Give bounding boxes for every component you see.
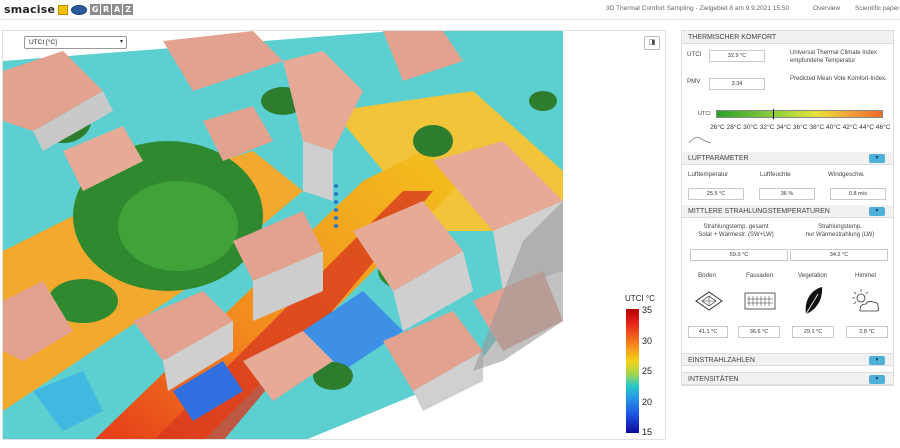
ground-value: 41.1 °C bbox=[688, 326, 728, 338]
radiation-section: Strahlungstemp. gesamt Solar + Wärmestr.… bbox=[682, 218, 893, 353]
pmv-label: PMV bbox=[687, 78, 701, 85]
wind-speed-value: 0.8 m/s bbox=[830, 188, 886, 200]
top-bar: smacise G R A Z 3D Thermal Comfort Sampl… bbox=[0, 0, 900, 20]
humidity-label: Luftfeuchte bbox=[760, 171, 791, 178]
section-header-thermal: THERMISCHER KOMFORT bbox=[682, 31, 893, 44]
graz-logo: G R A Z bbox=[90, 4, 134, 15]
layers-toggle-button[interactable]: ◨ bbox=[644, 36, 660, 50]
chevron-down-icon: ▾ bbox=[119, 39, 123, 45]
source-label-ground: Boden bbox=[698, 272, 716, 279]
legend-color-bar bbox=[626, 309, 639, 433]
utci-description: Universal Thermal Climate Index empfunde… bbox=[790, 50, 877, 64]
utci-scale-ticks: 26°C 28°C 30°C 32°C 34°C 36°C 38°C 40°C … bbox=[710, 124, 891, 131]
air-temperature-label: Lufttemperatur bbox=[688, 171, 729, 178]
pmv-value: 3.34 bbox=[709, 78, 765, 90]
section-header-view-factors[interactable]: EINSTRAHLZAHLEN ▼ bbox=[682, 353, 893, 366]
chevron-down-icon[interactable]: ▼ bbox=[869, 356, 885, 365]
partner-logo-blue bbox=[71, 4, 88, 15]
air-temperature-value: 25.5 °C bbox=[688, 188, 744, 200]
humidity-value: 36 % bbox=[759, 188, 815, 200]
section-header-radiation[interactable]: MITTLERE STRAHLUNGSTEMPERATUREN ▼ bbox=[682, 205, 893, 218]
vegetation-value: 29.1 °C bbox=[792, 326, 834, 338]
longwave-radiation-value: 34.2 °C bbox=[790, 249, 888, 261]
air-section: Lufttemperatur Luftfeuchte Windgeschw. 2… bbox=[682, 165, 893, 205]
chevron-down-icon[interactable]: ▼ bbox=[869, 207, 885, 216]
legend-tick: 30 bbox=[642, 336, 653, 346]
distribution-curve-icon bbox=[688, 136, 712, 144]
sun-cloud-icon bbox=[852, 289, 880, 312]
section-header-view-factors-label: EINSTRAHLZAHLEN bbox=[688, 357, 755, 364]
section-header-radiation-label: MITTLERE STRAHLUNGSTEMPERATUREN bbox=[688, 208, 830, 215]
partner-logo-yellow bbox=[58, 4, 69, 15]
source-label-sky: Himmel bbox=[855, 272, 876, 279]
utci-scale-marker bbox=[772, 109, 774, 119]
brand-logo[interactable]: smacise G R A Z bbox=[4, 3, 134, 16]
legend-tick: 20 bbox=[642, 397, 653, 407]
utci-scale-bar bbox=[716, 110, 883, 118]
section-header-air-label: LUFTPARAMETER bbox=[688, 155, 749, 162]
source-label-vegetation: Vegetation bbox=[798, 272, 828, 279]
layer-select-value: UTCI [°C] bbox=[29, 39, 57, 46]
section-header-intensities[interactable]: INTENSITÄTEN ▼ bbox=[682, 372, 893, 385]
leaf-icon bbox=[805, 287, 823, 315]
section-header-intensities-label: INTENSITÄTEN bbox=[688, 376, 739, 383]
legend-tick: 15 bbox=[642, 427, 653, 437]
info-panel: THERMISCHER KOMFORT UTCI 32.9 °C Univers… bbox=[681, 30, 894, 386]
nav-link-scientific-paper[interactable]: Scientific paper bbox=[855, 5, 899, 12]
section-header-air[interactable]: LUFTPARAMETER ▼ bbox=[682, 152, 893, 165]
pmv-description: Predicted Mean Vote Komfort-Index. bbox=[790, 76, 887, 82]
layer-select[interactable]: UTCI [°C] ▾ bbox=[24, 36, 127, 49]
chevron-down-icon[interactable]: ▼ bbox=[869, 154, 885, 163]
source-label-facades: Fassaden bbox=[746, 272, 774, 279]
utci-scale-label: UTCI bbox=[698, 111, 711, 117]
legend-tick: 35 bbox=[642, 305, 653, 315]
legend-tick: 25 bbox=[642, 366, 653, 376]
map-canvas bbox=[3, 31, 665, 439]
thermal-section: UTCI 32.9 °C Universal Thermal Climate I… bbox=[682, 44, 893, 152]
chevron-down-icon[interactable]: ▼ bbox=[869, 375, 885, 384]
longwave-radiation-label: Strahlungstemp. nur Wärmestrahlung (LW) bbox=[805, 224, 875, 238]
nav-link-overview[interactable]: Overview bbox=[813, 5, 840, 12]
map-view[interactable] bbox=[2, 30, 666, 440]
facade-icon bbox=[744, 292, 776, 310]
brand-name: smacise bbox=[4, 3, 56, 16]
layers-icon: ◨ bbox=[648, 39, 656, 46]
utci-label: UTCI bbox=[687, 51, 702, 58]
page-title: 3D Thermal Comfort Sampling - Zielgebiet… bbox=[606, 5, 790, 12]
total-radiation-label: Strahlungstemp. gesamt Solar + Wärmestr.… bbox=[698, 224, 774, 238]
sky-value: 2.8 °C bbox=[846, 326, 888, 338]
facades-value: 36.6 °C bbox=[738, 326, 780, 338]
total-radiation-value: 59.0 °C bbox=[690, 249, 788, 261]
ground-icon bbox=[695, 291, 723, 311]
legend-title: UTCI °C bbox=[625, 294, 655, 303]
utci-value: 32.9 °C bbox=[709, 50, 765, 62]
wind-speed-label: Windgeschw. bbox=[828, 171, 865, 178]
